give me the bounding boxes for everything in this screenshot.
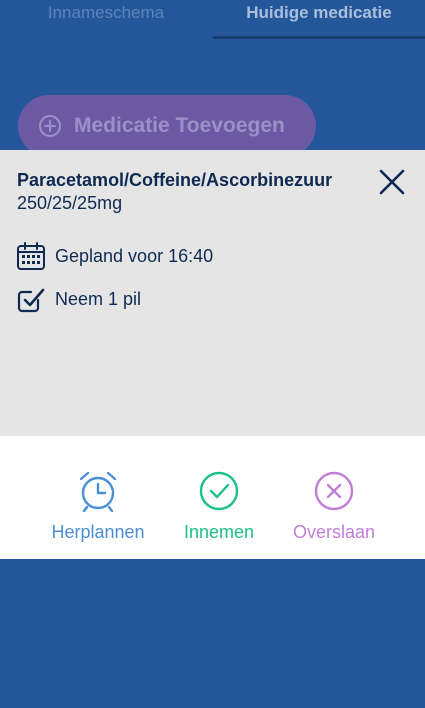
tab-huidige-medicatie[interactable]: Huidige medicatie — [213, 0, 425, 36]
dose-instruction-row: Neem 1 pil — [16, 284, 141, 314]
take-label: Innemen — [183, 522, 255, 542]
skip-label: Overslaan — [292, 522, 376, 542]
tab-innameschema[interactable]: Innameschema — [0, 0, 212, 36]
medication-name: Paracetamol/Coffeine/Ascorbinezuur — [17, 170, 333, 190]
reschedule-label: Herplannen — [51, 522, 145, 542]
add-medication-label: Medicatie Toevoegen — [74, 114, 285, 137]
alarm-clock-icon — [79, 471, 117, 512]
planned-time-row: Gepland voor 16:40 — [16, 241, 213, 271]
x-circle-icon — [314, 471, 354, 511]
checkbox-check-icon — [17, 288, 45, 313]
medication-dosage: 250/25/25mg — [17, 193, 123, 213]
planned-time-text: Gepland voor 16:40 — [55, 245, 214, 266]
reschedule-button[interactable]: Herplannen — [33, 470, 163, 543]
active-tab-indicator — [213, 36, 425, 39]
add-medication-button[interactable]: Medicatie Toevoegen — [18, 95, 316, 157]
take-button[interactable]: Innemen — [154, 470, 284, 543]
calendar-icon — [17, 242, 45, 270]
dose-instruction-text: Neem 1 pil — [55, 288, 142, 309]
skip-button[interactable]: Overslaan — [269, 470, 399, 543]
close-icon[interactable] — [376, 166, 408, 198]
plus-circle-icon — [39, 115, 61, 137]
check-circle-icon — [199, 471, 239, 511]
tab-bar: Innameschema Huidige medicatie — [0, 0, 425, 40]
